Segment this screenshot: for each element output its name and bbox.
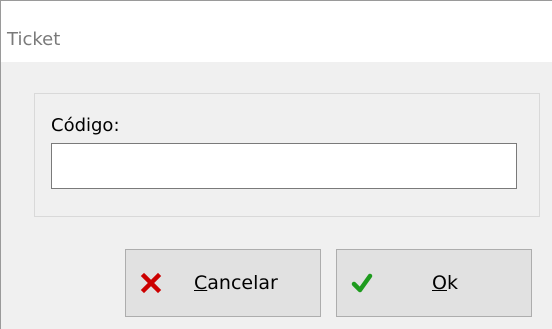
window-title: Ticket: [7, 29, 61, 50]
close-icon: [140, 272, 162, 294]
ok-label-rest: k: [446, 272, 458, 294]
ok-mnemonic: O: [432, 272, 447, 294]
title-bar[interactable]: Ticket: [1, 1, 552, 62]
code-label: Código:: [51, 115, 120, 136]
ok-button[interactable]: Ok: [336, 249, 532, 317]
ok-button-label: Ok: [432, 272, 458, 294]
check-icon: [351, 272, 373, 294]
cancel-button-label: Cancelar: [194, 272, 278, 294]
code-input[interactable]: [51, 143, 517, 189]
cancel-label-rest: ancelar: [207, 272, 278, 294]
cancel-button[interactable]: Cancelar: [125, 249, 321, 317]
ticket-dialog: Ticket Código: Cancelar Ok: [0, 0, 552, 329]
cancel-mnemonic: C: [194, 272, 208, 294]
